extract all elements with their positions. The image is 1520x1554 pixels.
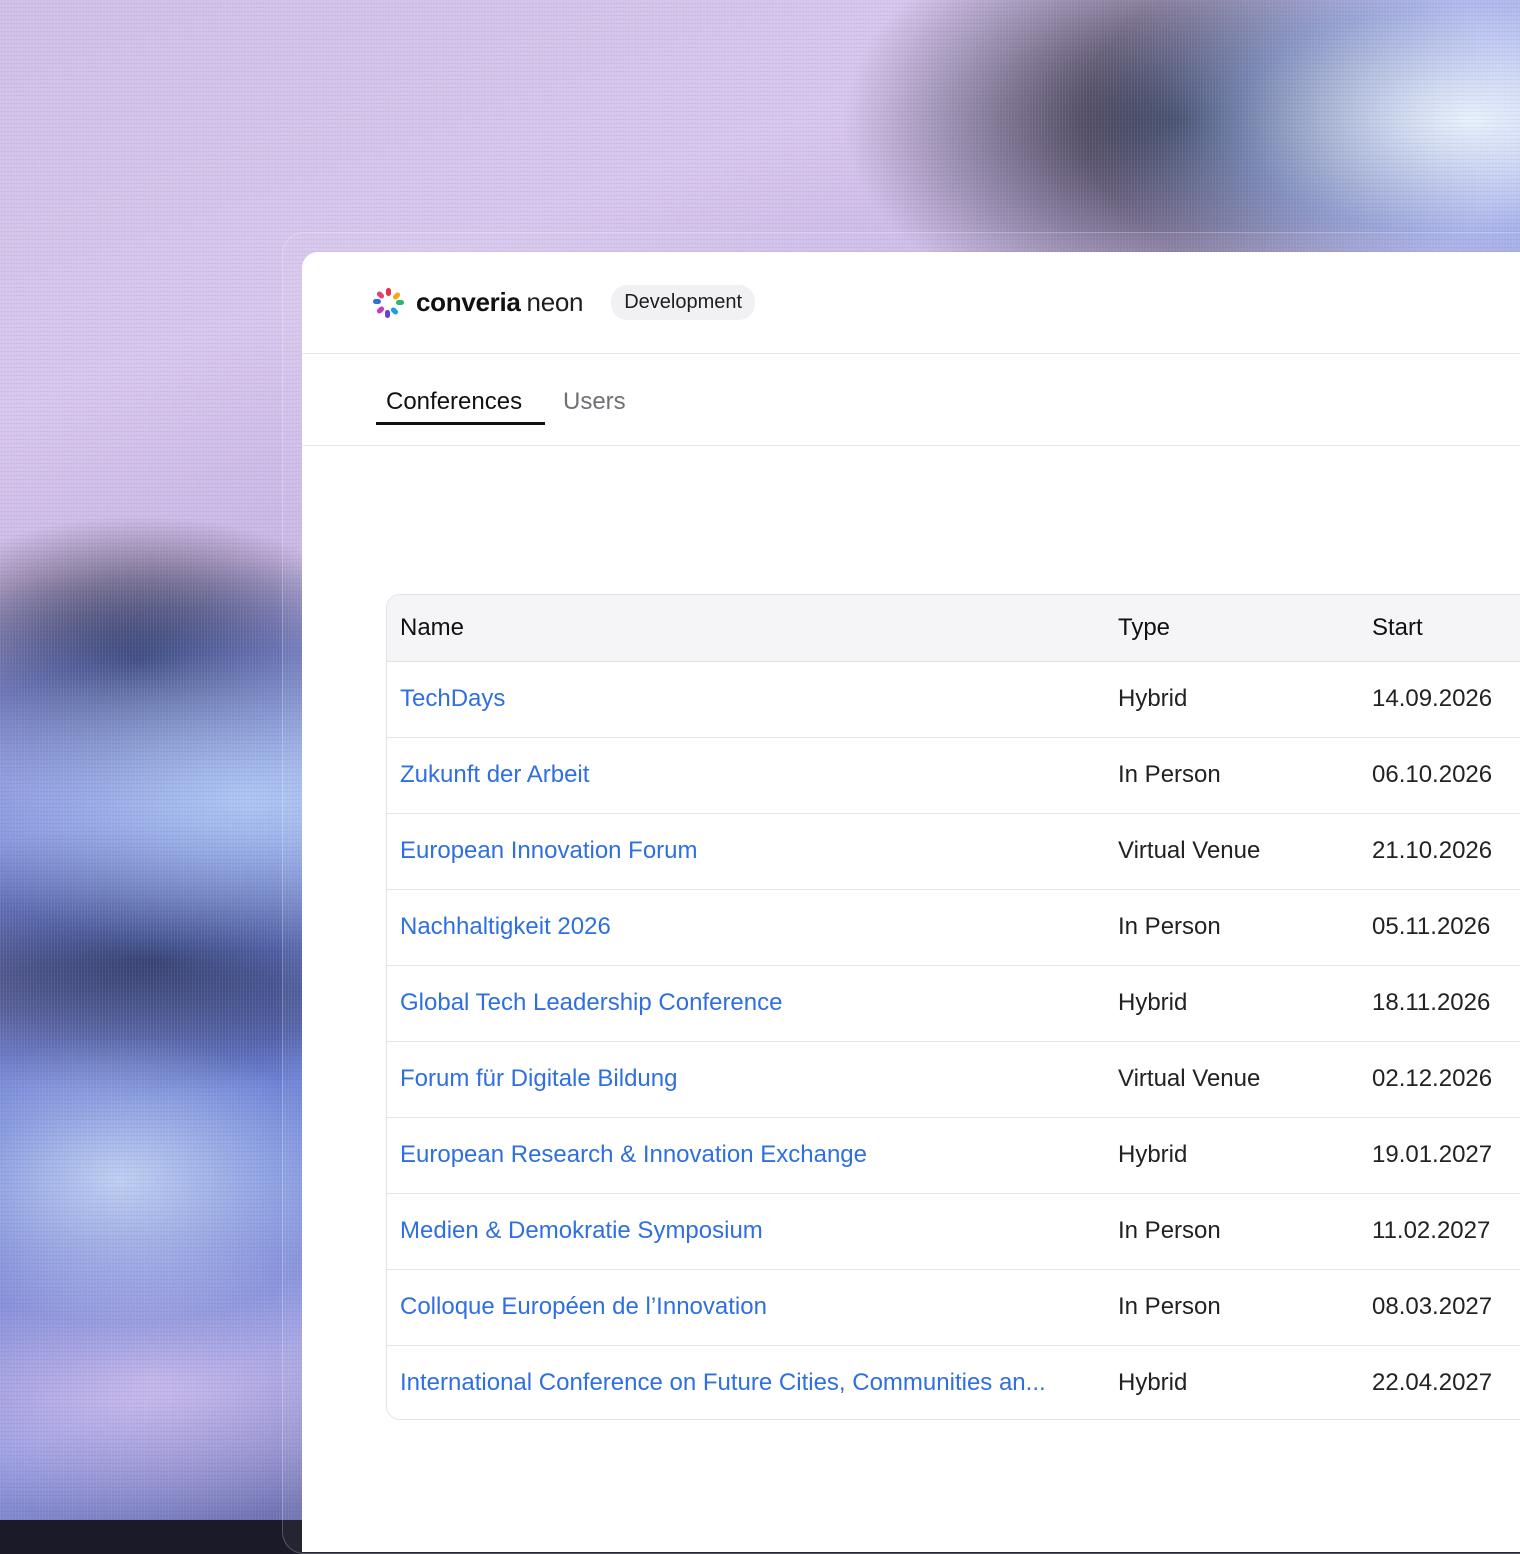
conference-type: Hybrid (1118, 965, 1372, 1042)
conferences-table: Name Type Start TechDays Hybrid 14.09.20… (386, 594, 1520, 1420)
conference-start-date: 21.10.2026 (1372, 813, 1520, 890)
conference-link[interactable]: European Research & Innovation Exchange (400, 1141, 867, 1168)
conference-link[interactable]: Forum für Digitale Bildung (400, 1065, 677, 1092)
app-window: converia neon Development Conferences Use… (302, 252, 1520, 1552)
conference-link[interactable]: Medien & Demokratie Symposium (400, 1217, 763, 1244)
conference-link[interactable]: Global Tech Leadership Conference (400, 989, 782, 1016)
table-row: Global Tech Leadership Conference Hybrid… (387, 965, 1520, 1042)
brand-logo[interactable]: converia neon (372, 286, 583, 320)
converia-logo-icon (373, 287, 404, 318)
table-row: Nachhaltigkeit 2026 In Person 05.11.2026 (387, 889, 1520, 966)
brand-secondary: neon (526, 287, 584, 317)
conference-type: Hybrid (1118, 661, 1372, 738)
table-row: Medien & Demokratie Symposium In Person … (387, 1193, 1520, 1270)
conference-start-date: 08.03.2027 (1372, 1269, 1520, 1346)
conference-link[interactable]: TechDays (400, 685, 505, 712)
conference-start-date: 22.04.2027 (1372, 1369, 1493, 1396)
conference-type: In Person (1118, 1193, 1372, 1270)
table-row: European Research & Innovation Exchange … (387, 1117, 1520, 1194)
column-header-start[interactable]: Start (1372, 595, 1520, 662)
conference-start-date: 18.11.2026 (1372, 965, 1520, 1042)
conference-link[interactable]: International Conference on Future Citie… (400, 1369, 1046, 1396)
column-header-type[interactable]: Type (1118, 595, 1372, 662)
conference-link[interactable]: European Innovation Forum (400, 837, 698, 864)
tab-bar: Conferences Users (302, 354, 1520, 446)
conference-start-date: 19.01.2027 (1372, 1117, 1520, 1194)
conference-type: Virtual Venue (1118, 1041, 1372, 1118)
table-row: Colloque Européen de l’Innovation In Per… (387, 1269, 1520, 1346)
brand-name: converia neon (416, 287, 583, 318)
table-row: International Conference on Future Citie… (387, 1345, 1520, 1419)
conference-link[interactable]: Nachhaltigkeit 2026 (400, 913, 611, 940)
table-row: Zukunft der Arbeit In Person 06.10.2026 (387, 737, 1520, 814)
table-row: TechDays Hybrid 14.09.2026 (387, 661, 1520, 738)
conference-type: Hybrid (1118, 1369, 1188, 1396)
column-header-name[interactable]: Name (387, 595, 1118, 662)
conference-start-date: 05.11.2026 (1372, 889, 1520, 966)
conference-link[interactable]: Zukunft der Arbeit (400, 761, 589, 788)
table-row: European Innovation Forum Virtual Venue … (387, 813, 1520, 890)
conference-start-date: 11.02.2027 (1372, 1193, 1520, 1270)
tab-conferences[interactable]: Conferences (386, 388, 522, 416)
tab-users[interactable]: Users (563, 388, 626, 416)
conference-type: Hybrid (1118, 1117, 1372, 1194)
active-tab-indicator (376, 422, 545, 425)
conference-type: In Person (1118, 889, 1372, 966)
conference-type: Virtual Venue (1118, 813, 1372, 890)
conference-start-date: 06.10.2026 (1372, 737, 1520, 814)
top-bar: converia neon Development (302, 252, 1520, 354)
conference-start-date: 14.09.2026 (1372, 661, 1520, 738)
conference-link[interactable]: Colloque Européen de l’Innovation (400, 1293, 767, 1320)
environment-badge: Development (611, 285, 756, 320)
brand-primary: converia (416, 287, 521, 317)
conference-type: In Person (1118, 1269, 1372, 1346)
table-header-row: Name Type Start (387, 595, 1520, 662)
conference-type: In Person (1118, 737, 1372, 814)
table-row: Forum für Digitale Bildung Virtual Venue… (387, 1041, 1520, 1118)
conference-start-date: 02.12.2026 (1372, 1041, 1520, 1118)
